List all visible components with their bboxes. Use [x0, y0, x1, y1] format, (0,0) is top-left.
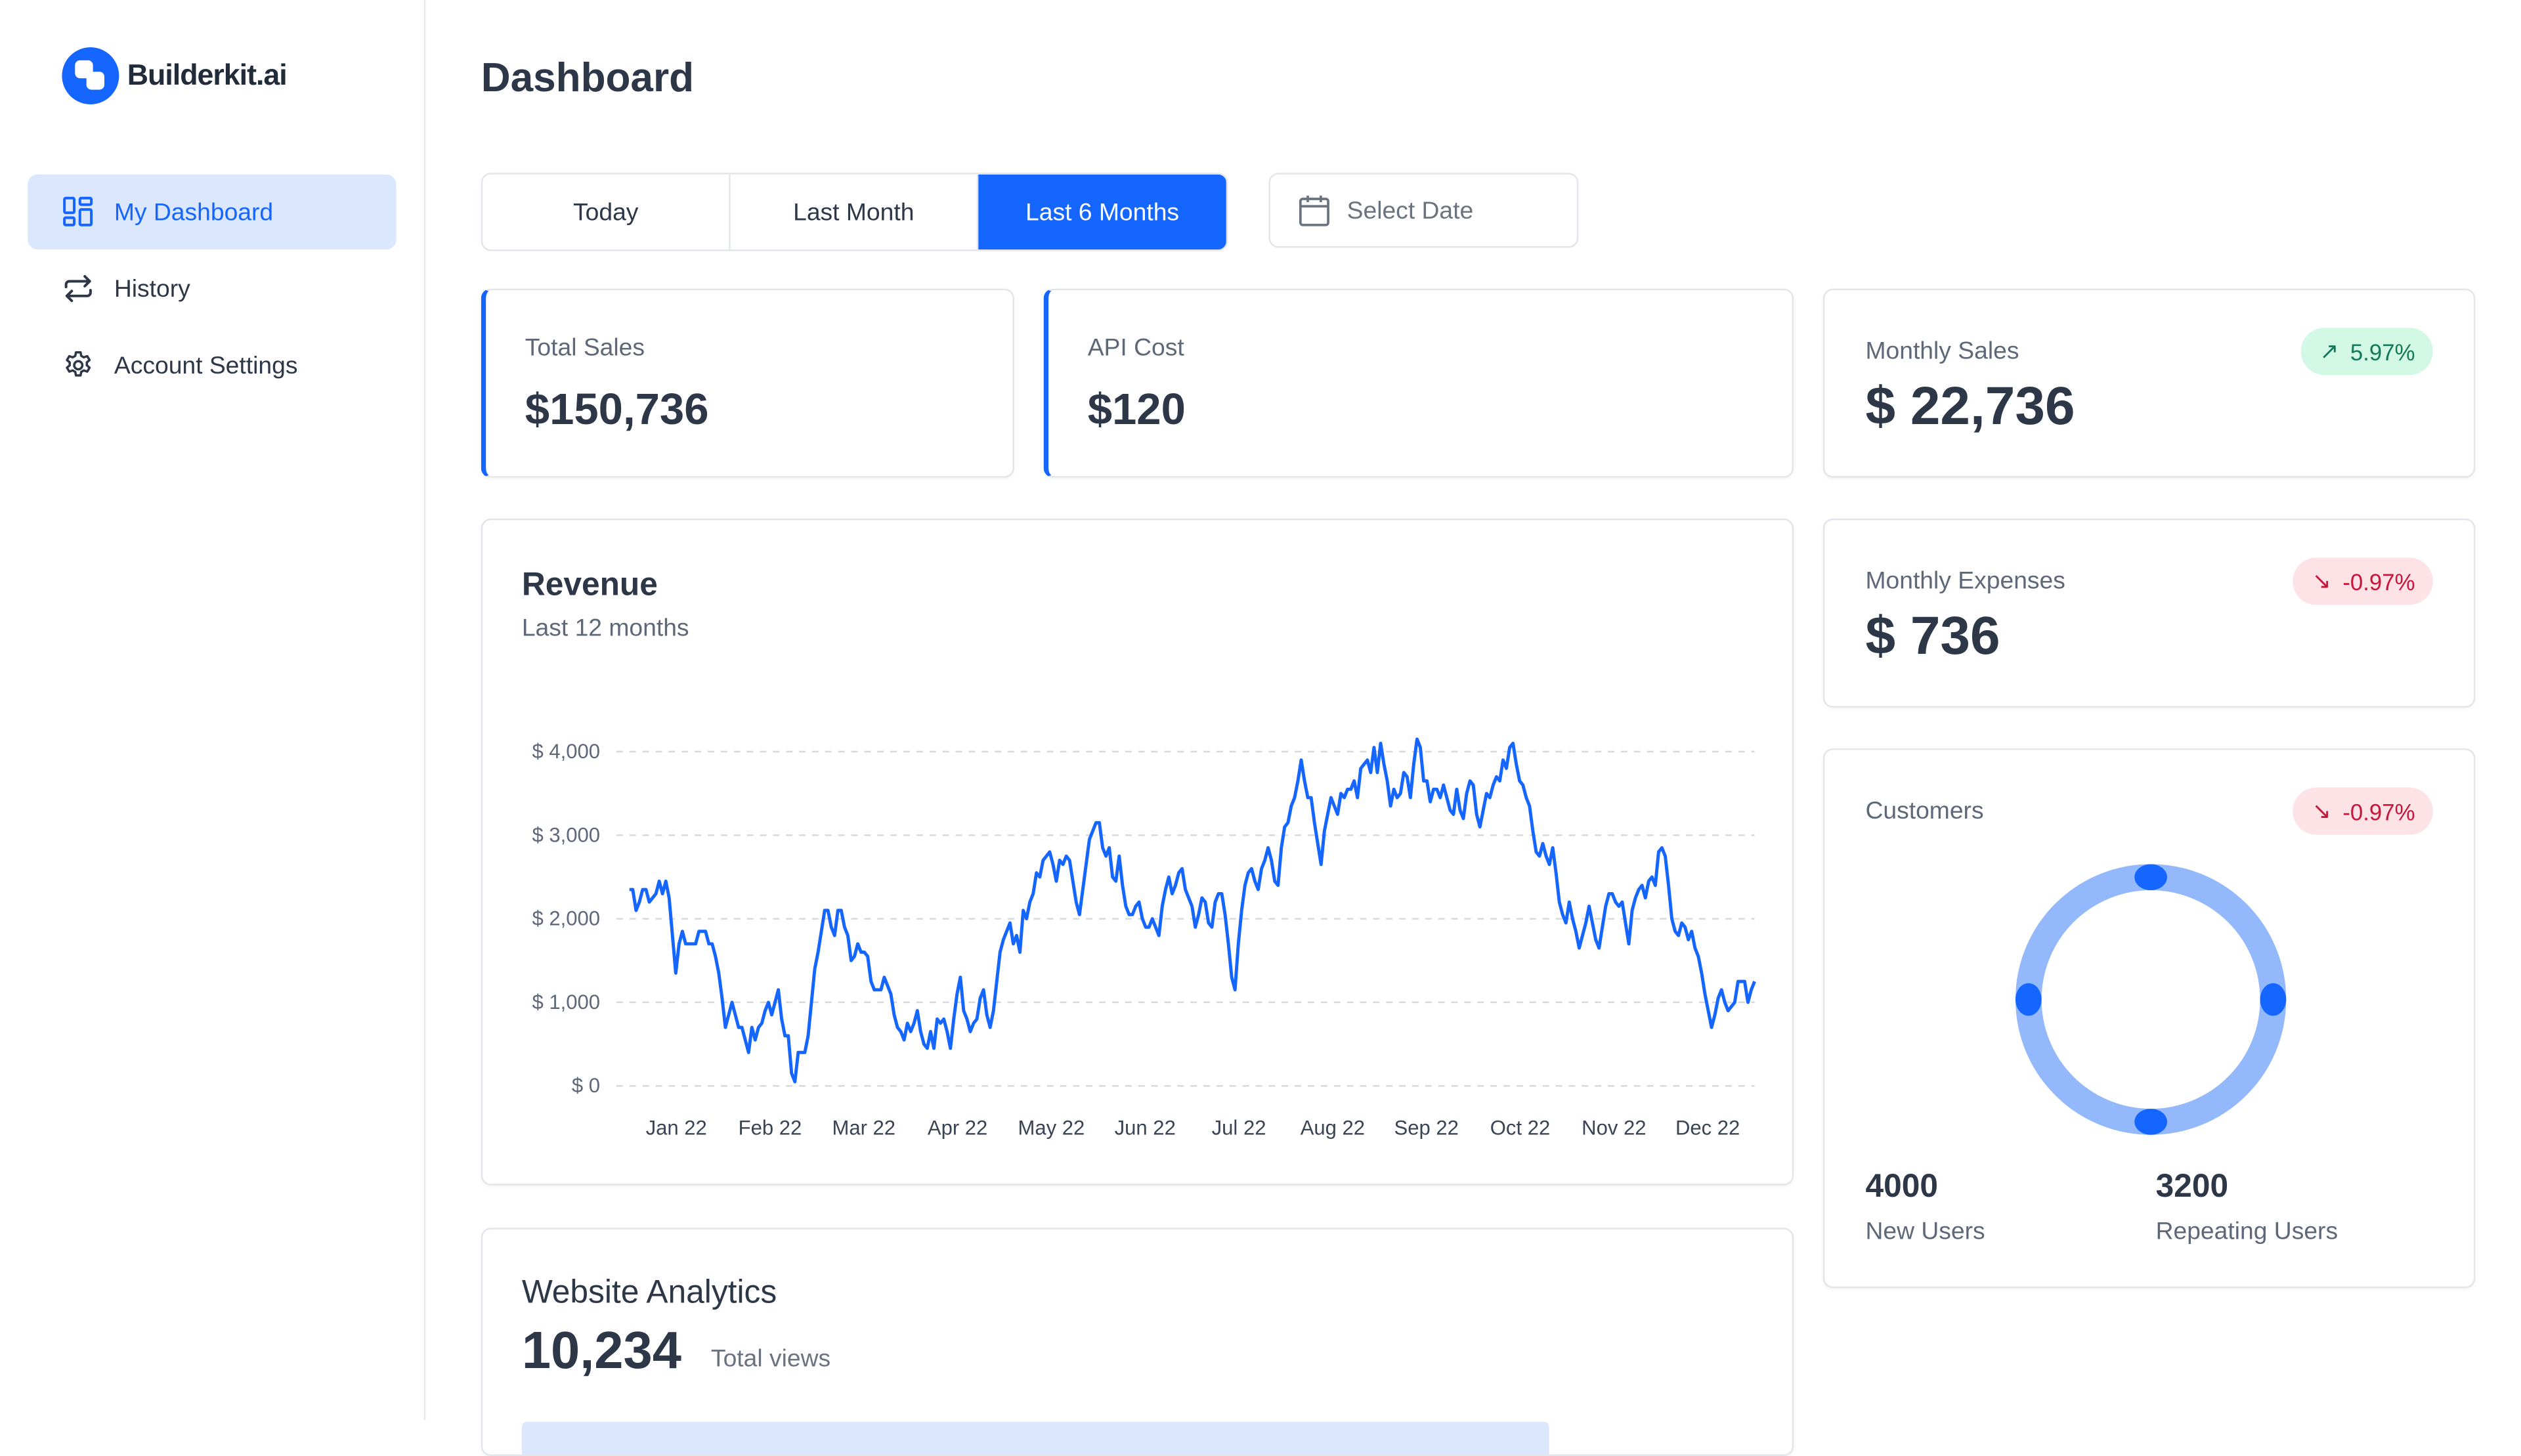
- y-tick-label: $ 2,000: [532, 907, 600, 930]
- customers-donut-chart: [2015, 864, 2287, 1135]
- revenue-chart: $ 0 $ 1,000 $ 2,000 $ 3,000 $ 4,000 Jan 22 Fe…: [532, 737, 1756, 1140]
- x-tick-label: Sep 22: [1394, 1117, 1459, 1140]
- monthly-expenses-value: $ 736: [1865, 605, 2000, 666]
- total-sales-value: $150,736: [525, 385, 709, 434]
- x-tick-label: Jan 22: [646, 1117, 707, 1140]
- monthly-expenses-label: Monthly Expenses: [1865, 567, 2065, 595]
- sidebar-item-label: History: [114, 274, 190, 303]
- repeating-users-label: Repeating Users: [2155, 1218, 2338, 1246]
- monthly-expenses-change: -0.97%: [2342, 568, 2415, 595]
- donut-marker-right[interactable]: [2260, 983, 2287, 1016]
- date-range-toggle: Today Last Month Last 6 Months: [481, 173, 1228, 251]
- website-analytics-title: Website Analytics: [521, 1275, 777, 1311]
- range-last-6-months-button[interactable]: Last 6 Months: [978, 174, 1226, 250]
- revenue-card: Revenue Last 12 months $ 0 $ 1,000 $ 2,000…: [481, 518, 1794, 1186]
- monthly-sales-change-badge: ↗ 5.97%: [2300, 328, 2433, 375]
- sidebar-item-account-settings[interactable]: Account Settings: [28, 328, 396, 402]
- logo-icon: [62, 47, 119, 104]
- x-tick-label: Jun 22: [1115, 1117, 1176, 1140]
- monthly-sales-change: 5.97%: [2350, 338, 2415, 365]
- x-tick-label: Aug 22: [1301, 1117, 1365, 1140]
- api-cost-value: $120: [1087, 385, 1186, 434]
- customers-label: Customers: [1865, 797, 1984, 825]
- repeating-users-value: 3200: [2155, 1168, 2229, 1205]
- total-sales-label: Total Sales: [525, 334, 645, 362]
- donut-ring: [2015, 864, 2287, 1135]
- monthly-expenses-card: Monthly Expenses $ 736 ↘ -0.97%: [1822, 518, 2476, 708]
- customers-change-badge: ↘ -0.97%: [2292, 787, 2433, 835]
- customers-change: -0.97%: [2342, 798, 2415, 824]
- gear-icon: [66, 351, 91, 377]
- brand-logo[interactable]: Builderkit.ai: [62, 47, 288, 104]
- monthly-sales-value: $ 22,736: [1865, 375, 2075, 436]
- sidebar-item-my-dashboard[interactable]: My Dashboard: [28, 174, 397, 250]
- total-views-value: 10,234: [521, 1320, 681, 1380]
- sidebar-item-label: My Dashboard: [114, 198, 274, 226]
- x-tick-label: Oct 22: [1490, 1117, 1550, 1140]
- monthly-sales-label: Monthly Sales: [1865, 337, 2019, 366]
- website-analytics-card: Website Analytics 10,234 Total views: [481, 1228, 1794, 1456]
- donut-marker-left[interactable]: [2015, 983, 2042, 1016]
- select-date-placeholder: Select Date: [1347, 196, 1474, 225]
- select-date-button[interactable]: Select Date: [1268, 173, 1579, 248]
- revenue-line: [629, 737, 1756, 1084]
- analytics-bar: [521, 1421, 1549, 1455]
- y-tick-label: $ 0: [572, 1074, 600, 1097]
- sidebar: Builderkit.ai My Dashboard History Accou…: [0, 0, 426, 1421]
- arrow-up-right-icon: ↗: [2319, 337, 2339, 364]
- page-title: Dashboard: [481, 55, 695, 101]
- x-tick-label: Apr 22: [928, 1117, 987, 1140]
- x-tick-label: Nov 22: [1582, 1117, 1646, 1140]
- dashboard-icon: [63, 196, 93, 226]
- x-tick-label: Mar 22: [832, 1117, 895, 1140]
- range-last-month-button[interactable]: Last Month: [730, 174, 979, 250]
- arrow-down-right-icon: ↘: [2312, 567, 2331, 594]
- x-tick-label: May 22: [1018, 1117, 1085, 1140]
- brand-name: Builderkit.ai: [127, 58, 288, 92]
- repeat-arrows-icon: [64, 275, 92, 303]
- api-cost-card: API Cost $120: [1043, 288, 1794, 478]
- arrow-down-right-icon: ↘: [2312, 797, 2331, 824]
- donut-marker-top[interactable]: [2134, 864, 2167, 891]
- monthly-sales-card: Monthly Sales $ 22,736 ↗ 5.97%: [1822, 288, 2476, 478]
- y-tick-label: $ 1,000: [532, 991, 600, 1014]
- sidebar-item-history[interactable]: History: [28, 251, 396, 326]
- new-users-label: New Users: [1865, 1218, 1985, 1246]
- y-tick-label: $ 3,000: [532, 823, 600, 846]
- x-tick-label: Jul 22: [1212, 1117, 1266, 1140]
- total-sales-card: Total Sales $150,736: [481, 288, 1014, 478]
- calendar-icon: [1299, 196, 1329, 226]
- donut-marker-bottom[interactable]: [2134, 1108, 2167, 1135]
- sidebar-nav: My Dashboard History Account Settings: [28, 174, 397, 404]
- y-tick-label: $ 4,000: [532, 740, 600, 763]
- sidebar-item-label: Account Settings: [114, 351, 298, 379]
- range-today-button[interactable]: Today: [483, 174, 731, 250]
- new-users-value: 4000: [1865, 1168, 1938, 1205]
- customers-card: Customers ↘ -0.97% 4000 New Users 3200 R…: [1822, 748, 2476, 1289]
- total-views-label: Total views: [710, 1345, 831, 1373]
- x-tick-label: Dec 22: [1675, 1117, 1740, 1140]
- monthly-expenses-change-badge: ↘ -0.97%: [2292, 557, 2433, 605]
- api-cost-label: API Cost: [1087, 334, 1184, 362]
- x-tick-label: Feb 22: [739, 1117, 802, 1140]
